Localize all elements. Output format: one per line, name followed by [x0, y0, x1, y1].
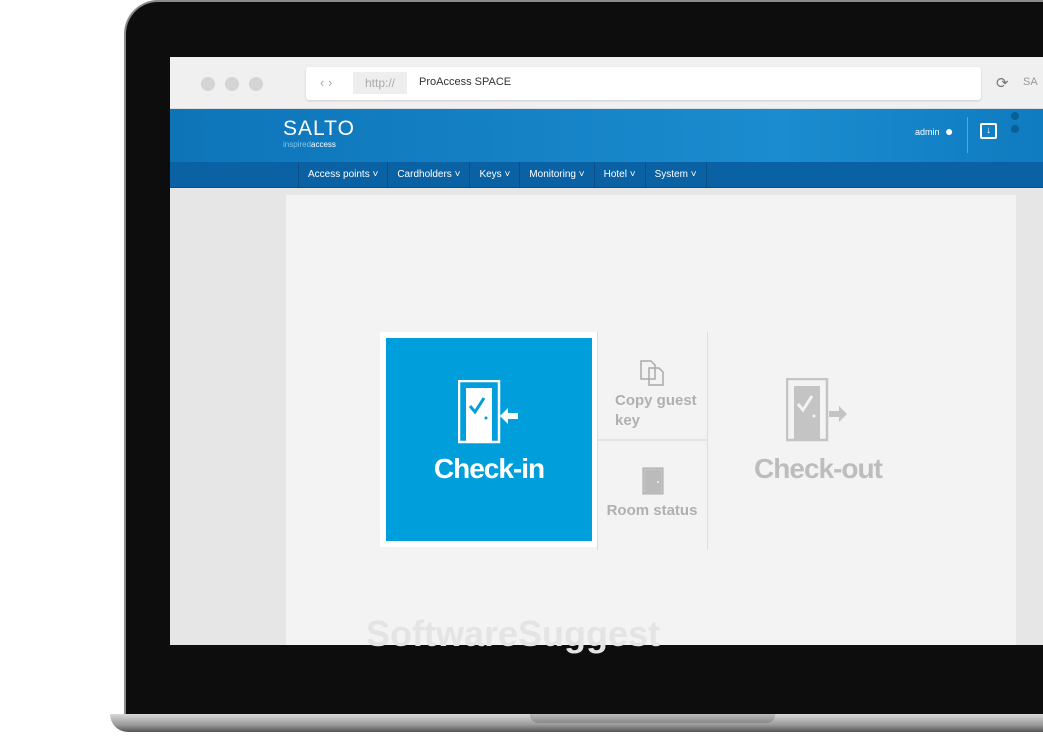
menu-system[interactable]: System ˅	[644, 162, 707, 188]
info-icon[interactable]	[1011, 112, 1019, 120]
salto-logo: SALTO	[283, 117, 355, 140]
menu-label: Hotel	[603, 169, 627, 180]
username[interactable]: admin	[915, 127, 940, 137]
address-bar[interactable]: ‹ › http:// ProAccess SPACE	[306, 67, 981, 100]
menu-hotel[interactable]: Hotel ˅	[593, 162, 645, 188]
user-icon[interactable]: ●	[945, 123, 953, 139]
reload-icon[interactable]: ⟳	[996, 74, 1009, 92]
menu-label: System	[654, 169, 688, 180]
menu-label: Keys	[479, 169, 502, 180]
menu-cardholders[interactable]: Cardholders ˅	[387, 162, 469, 188]
main-menu: Access points ˅ Cardholders ˅ Keys ˅ Mon…	[170, 162, 1043, 188]
hotel-panel: Check-in Copy guest key Room status Chec…	[286, 195, 1016, 654]
door-checkin-icon	[458, 380, 518, 444]
protocol-label: http://	[353, 72, 407, 94]
menu-label: Cardholders	[397, 169, 452, 180]
menu-keys[interactable]: Keys ˅	[469, 162, 519, 188]
door-icon	[642, 467, 664, 495]
divider	[967, 117, 968, 153]
help-icon[interactable]	[1011, 125, 1019, 133]
window-minimize-button[interactable]	[225, 77, 239, 91]
checkout-label: Check-out	[754, 453, 883, 484]
copy-icon	[640, 360, 664, 386]
logo-tagline: inspiredaccess	[283, 140, 336, 149]
back-forward-icon[interactable]: ‹ ›	[320, 75, 332, 90]
checkin-label: Check-in	[433, 453, 545, 484]
window-maximize-button[interactable]	[249, 77, 263, 91]
watermark: SoftwareSuggest	[366, 613, 661, 654]
menu-label: Access points	[308, 169, 370, 180]
door-checkout-icon	[786, 378, 847, 442]
divider	[598, 439, 707, 441]
url-text: ProAccess SPACE	[419, 76, 512, 88]
window-close-button[interactable]	[201, 77, 215, 91]
menu-label: Monitoring	[529, 169, 576, 180]
divider	[707, 332, 708, 550]
tagline-bold: access	[311, 140, 336, 149]
copy-guest-key-label: Copy guest key	[615, 392, 697, 429]
browser-chrome: ‹ › http:// ProAccess SPACE ⟳ SA	[170, 57, 1043, 109]
tab-partial[interactable]: SA	[1023, 76, 1038, 88]
screen: ‹ › http:// ProAccess SPACE ⟳ SA SALTO i…	[170, 57, 1043, 654]
menu-access-points[interactable]: Access points ˅	[298, 162, 387, 188]
checkin-tile[interactable]: Check-in	[380, 332, 598, 547]
laptop-notch	[530, 714, 775, 723]
menu-monitoring[interactable]: Monitoring ˅	[519, 162, 593, 188]
room-status-label: Room status	[606, 502, 698, 519]
app-header: SALTO inspiredaccess admin ● ↓	[170, 109, 1043, 162]
download-icon[interactable]: ↓	[980, 123, 997, 139]
tagline-light: inspired	[283, 140, 312, 149]
